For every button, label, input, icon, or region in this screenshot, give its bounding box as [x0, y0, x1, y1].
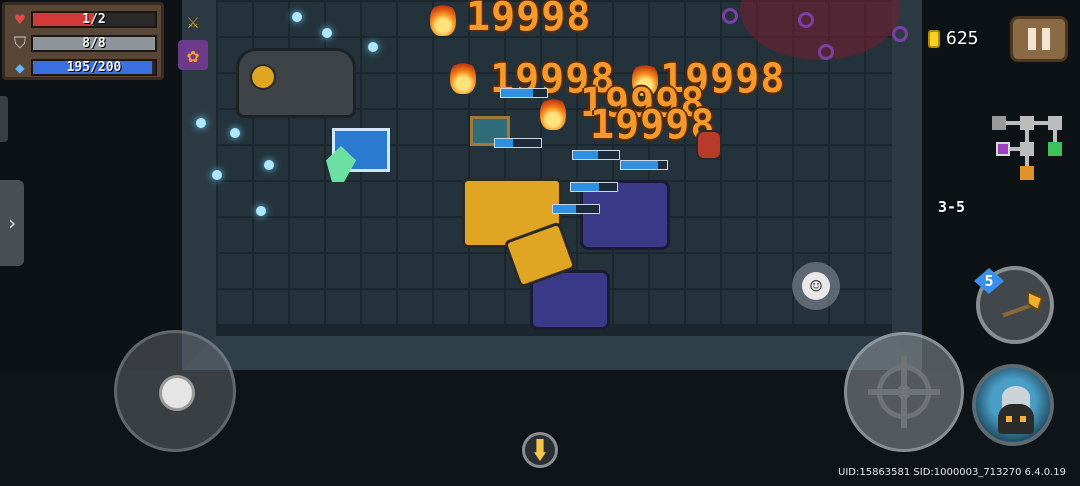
energy-row: ◆ 195/200 [9, 56, 157, 78]
enemy-health-bar [620, 160, 668, 170]
hp-bar: 1/2 [31, 10, 157, 28]
coin-icon [928, 29, 940, 48]
crosshair-center [897, 385, 911, 399]
gold-amount: 625 [946, 28, 979, 49]
ice-particle [230, 128, 240, 138]
minimap-corridor [1034, 121, 1048, 125]
hp-label: 1/2 [82, 11, 106, 27]
minimap[interactable] [984, 112, 1068, 192]
diamond-icon: ◆ [15, 57, 25, 77]
pause-icon [1028, 28, 1036, 50]
staff-weapon-icon [1002, 290, 1044, 318]
heart-icon: ♥ [15, 9, 25, 29]
buff-list: ⚔ ✿ [178, 6, 214, 74]
ice-particle [322, 28, 332, 38]
poison-swirl [798, 12, 814, 28]
chevron-right-icon[interactable]: › [0, 180, 24, 266]
ice-particle [196, 118, 206, 128]
fire-effect [430, 2, 456, 36]
ice-particle [292, 12, 302, 22]
armor-row: ⛉ 8/8 [9, 32, 157, 54]
side-tab-handle[interactable] [0, 96, 8, 142]
minimap-current-room [1020, 142, 1034, 156]
minimap-room [1020, 116, 1034, 130]
enemy-health-bar [572, 150, 620, 160]
gold-counter: 625 [928, 28, 979, 49]
energy-bar: 195/200 [31, 58, 157, 76]
arrow-down-icon [534, 439, 546, 461]
enemy-health-bar [500, 88, 548, 98]
smiley-icon: ☺ [802, 272, 830, 300]
ally-gunner [250, 64, 276, 90]
minimap-portal-room [1048, 142, 1062, 156]
pause-icon [1042, 28, 1050, 50]
fire-effect [450, 60, 476, 94]
armor-bar: 8/8 [31, 34, 157, 52]
skill-button[interactable] [972, 364, 1054, 446]
poison-swirl [722, 8, 738, 24]
player-knight [696, 130, 722, 160]
enemy-health-bar [494, 138, 542, 148]
enemy-health-bar [552, 204, 600, 214]
minimap-corridor [1053, 130, 1057, 142]
emote-button[interactable]: ☺ [792, 262, 840, 310]
ice-particle [212, 170, 222, 180]
interact-button[interactable] [522, 432, 558, 468]
minimap-corridor [1025, 130, 1029, 142]
enemy-health-bar [570, 182, 618, 192]
helmet-buff-icon: ⚔ [186, 9, 200, 33]
crosshair-icon [868, 356, 940, 428]
pause-button[interactable] [1010, 16, 1068, 62]
minimap-boss-room [996, 142, 1010, 156]
skill-character-icon [998, 404, 1034, 434]
player-stats-panel: ♥ 1/2 ⛉ 8/8 ◆ 195/200 [2, 2, 164, 80]
ice-particle [264, 160, 274, 170]
energy-label: 195/200 [66, 59, 122, 75]
attack-button[interactable] [844, 332, 964, 452]
weapon-swap-button[interactable]: 5 [974, 266, 1054, 344]
uid-label: UID:15863581 SID:1000003_713270 6.4.0.19 [838, 467, 1067, 478]
ice-particle [368, 42, 378, 52]
minimap-room [992, 116, 1006, 130]
minimap-shop-room [1020, 166, 1034, 180]
minimap-corridor [1010, 147, 1020, 151]
poison-swirl [818, 44, 834, 60]
ice-particle [256, 206, 266, 216]
joystick-knob[interactable] [159, 375, 195, 411]
minimap-corridor [1025, 156, 1029, 166]
damage-number: 19998 [466, 0, 592, 40]
movement-joystick[interactable] [114, 330, 236, 452]
level-indicator: 3-5 [938, 198, 966, 216]
poison-swirl [892, 26, 908, 42]
armor-label: 8/8 [82, 35, 106, 51]
curse-buff-icon: ✿ [178, 40, 208, 70]
minimap-corridor [1006, 121, 1020, 125]
hp-row: ♥ 1/2 [9, 8, 157, 30]
shield-icon: ⛉ [13, 33, 26, 52]
minimap-room [1048, 116, 1062, 130]
